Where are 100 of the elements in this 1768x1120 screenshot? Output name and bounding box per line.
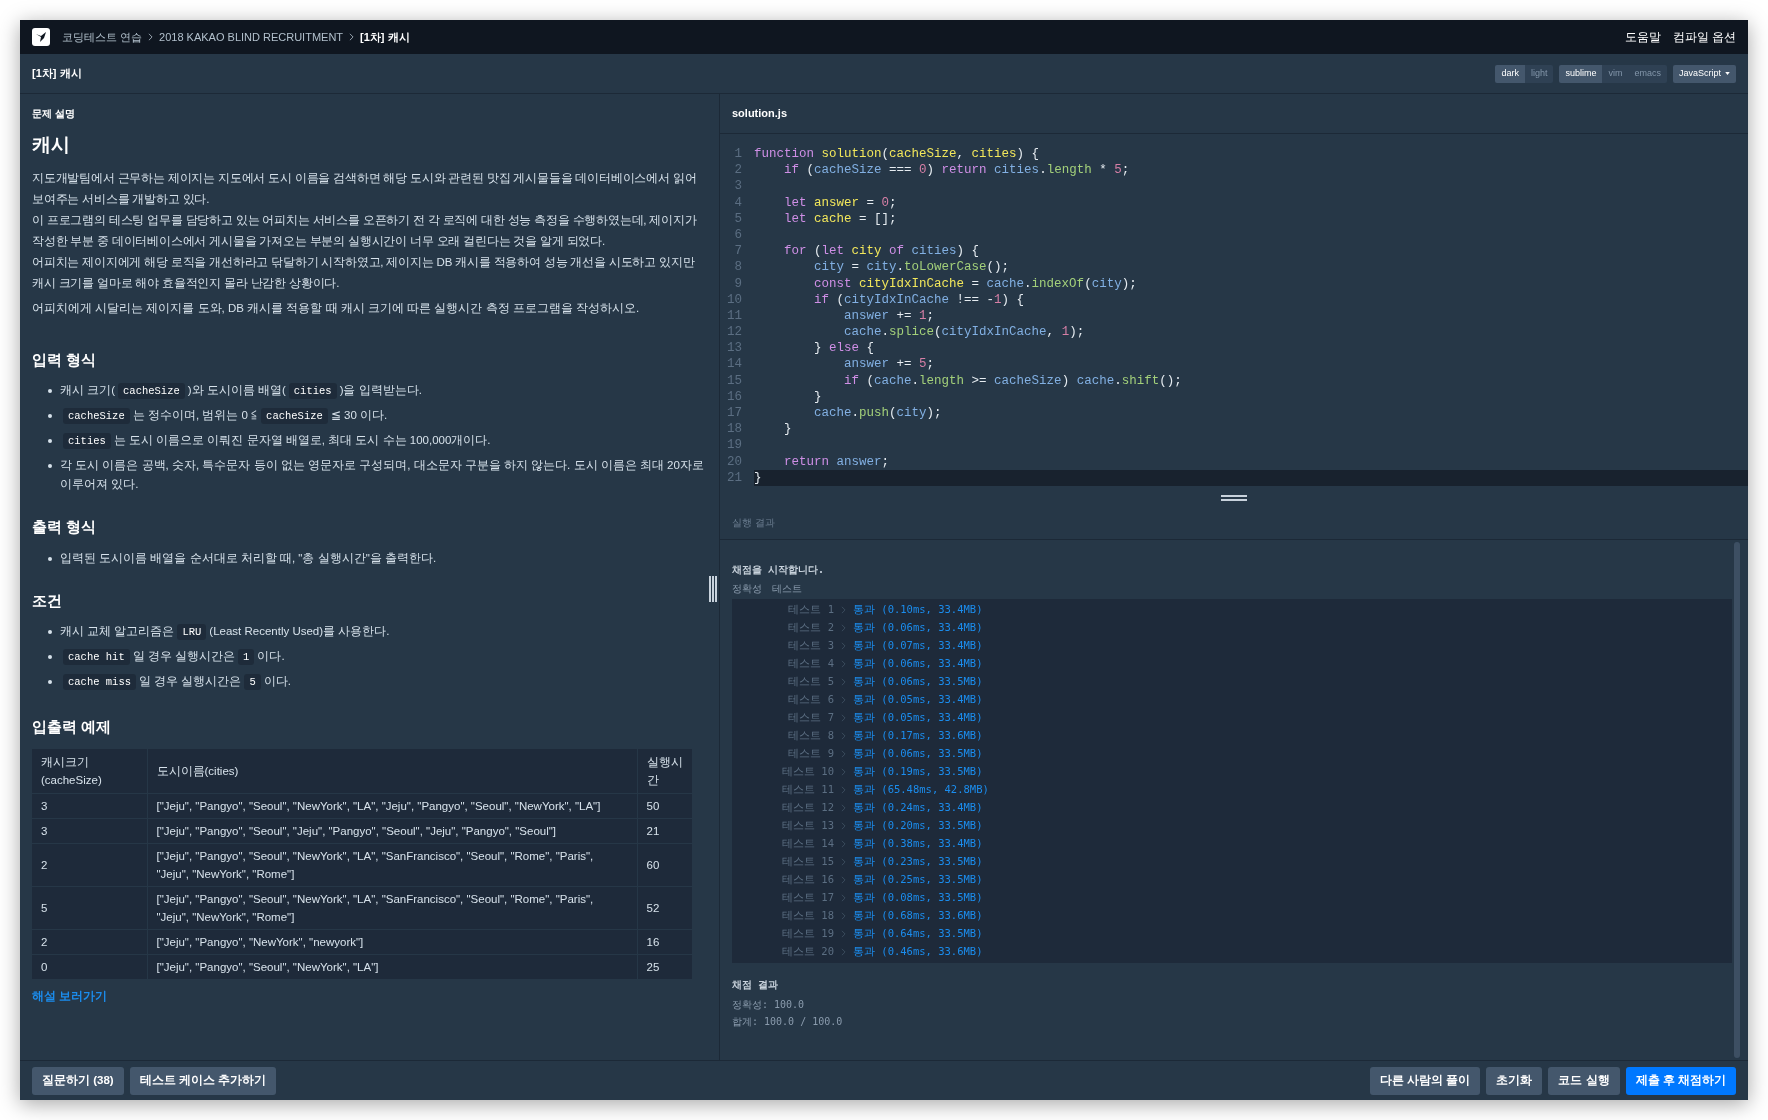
code-line: cache.push(city); xyxy=(813,405,943,422)
test-result: 통과 (0.10ms, 33.4MB) xyxy=(853,602,983,618)
test-result: 통과 (0.17ms, 33.6MB) xyxy=(853,728,983,744)
table-cell: 52 xyxy=(637,886,692,929)
bullet-icon xyxy=(48,414,52,418)
line-number: 3 xyxy=(733,178,743,195)
bullet-icon xyxy=(48,680,52,684)
summary-line: 정확성: 100.0 xyxy=(732,998,806,1012)
chevron-icon xyxy=(841,606,846,614)
chevron-icon xyxy=(841,678,846,686)
chevron-icon xyxy=(841,912,846,920)
chevron-icon xyxy=(349,33,355,41)
code-line: cache.splice(cityIdxInCache, 1); xyxy=(843,324,1086,341)
action-button[interactable]: 제출 후 채점하기 xyxy=(1625,1066,1736,1095)
line-number: 14 xyxy=(726,356,743,373)
toggle-option[interactable]: light xyxy=(1524,64,1554,83)
test-label: 테스트 3 xyxy=(787,638,834,654)
caret-icon xyxy=(1725,72,1730,75)
table-cell: 25 xyxy=(637,954,692,979)
list-item: 각 도시 이름은 공백, 숫자, 특수문자 등이 없는 영문자로 구성되며, 대소문자 구분을 하지 않는다. 도시 이름은 최대 20자로 이루어져 있다. xyxy=(60,458,705,492)
chevron-icon xyxy=(841,714,846,722)
logo-icon[interactable] xyxy=(32,28,50,46)
top-link[interactable]: 도움말 xyxy=(1624,28,1661,46)
language-dropdown[interactable]: JavaScript xyxy=(1672,64,1736,83)
breadcrumb-link[interactable]: 코딩테스트 연습 xyxy=(62,28,143,46)
table-cell: 5 xyxy=(32,886,147,929)
chevron-icon xyxy=(841,894,846,902)
code-line: } xyxy=(783,421,793,438)
list-item: cache hit 일 경우 실행시간은 1 이다. xyxy=(60,647,285,667)
test-label: 테스트 1 xyxy=(787,602,834,618)
test-result: 통과 (0.25ms, 33.5MB) xyxy=(853,872,983,888)
chevron-icon xyxy=(148,33,154,41)
table-cell: ["Jeju", "Pangyo", "Seoul", "NewYork", "LA", "SanFrancisco", "Seoul", "Rome", "Paris", "Jeju", "NewYork", "Rome"] xyxy=(147,886,637,929)
explanation-link[interactable]: 해설 보러가기 xyxy=(32,987,707,1005)
line-number: 4 xyxy=(733,194,743,211)
table-cell: 50 xyxy=(637,793,692,818)
action-button[interactable]: 초기화 xyxy=(1486,1066,1543,1095)
chevron-icon xyxy=(841,660,846,668)
toggle-option[interactable]: emacs xyxy=(1628,64,1667,83)
section-heading: 조건 xyxy=(32,590,63,611)
breadcrumb-link[interactable]: [1차] 캐시 xyxy=(360,28,410,46)
line-number: 1 xyxy=(733,146,743,163)
table-cell: 2 xyxy=(32,929,147,954)
code-line: } else { xyxy=(813,340,876,357)
section-heading: 입출력 예제 xyxy=(32,717,113,737)
code-line: let cache = []; xyxy=(783,210,898,227)
test-label: 테스트 11 xyxy=(781,782,834,798)
line-number: 7 xyxy=(733,243,743,260)
resize-handle[interactable] xyxy=(1221,495,1247,501)
test-label: 테스트 9 xyxy=(787,746,834,762)
splitter-handle[interactable] xyxy=(709,576,717,602)
table-cell: ["Jeju", "Pangyo", "Seoul", "NewYork", "LA", "SanFrancisco", "Seoul", "Rome", "Paris", "Jeju", "NewYork", "Rome"] xyxy=(147,843,637,886)
chevron-icon xyxy=(841,858,846,866)
action-button[interactable]: 코드 실행 xyxy=(1548,1066,1620,1095)
test-label: 테스트 16 xyxy=(781,872,834,888)
chevron-icon xyxy=(841,732,846,740)
toggle-option[interactable]: dark xyxy=(1495,64,1525,83)
test-label: 테스트 4 xyxy=(787,656,834,672)
chevron-icon xyxy=(841,822,846,830)
chevron-icon xyxy=(841,786,846,794)
action-button[interactable]: 테스트 케이스 추가하기 xyxy=(129,1066,277,1095)
test-label: 테스트 7 xyxy=(787,710,834,726)
section-label: 문제 설명 xyxy=(32,107,76,121)
chevron-icon xyxy=(841,750,846,758)
line-number: 10 xyxy=(726,291,743,308)
table-cell: 3 xyxy=(32,818,147,843)
test-label: 테스트 12 xyxy=(781,800,834,816)
list-item: 캐시 교체 알고리즘은 LRU (Least Recently Used)를 사용한다. xyxy=(60,623,390,642)
scrollbar[interactable] xyxy=(1734,542,1740,1058)
top-link[interactable]: 컴파일 옵션 xyxy=(1672,28,1736,46)
file-name[interactable]: solution.js xyxy=(732,105,787,122)
test-label: 테스트 10 xyxy=(781,764,834,780)
line-number: 20 xyxy=(726,453,743,470)
test-result: 통과 (0.38ms, 33.4MB) xyxy=(853,836,983,852)
bullet-icon xyxy=(48,389,52,393)
breadcrumb-link[interactable]: 2018 KAKAO BLIND RECRUITMENT xyxy=(159,28,344,46)
action-button[interactable]: 질문하기 (38) xyxy=(32,1066,124,1095)
test-result: 통과 (65.48ms, 42.8MB) xyxy=(853,782,989,798)
table-cell: 16 xyxy=(637,929,692,954)
list-item: 입력된 도시이름 배열을 순서대로 처리할 때, "총 실행시간"을 출력한다. xyxy=(60,550,437,566)
toggle-option[interactable]: sublime xyxy=(1559,64,1603,83)
list-item: cities 는 도시 이름으로 이뤄진 문자열 배열로, 최대 도시 수는 100,000개이다. xyxy=(60,431,491,451)
paragraph: 이 프로그램의 테스팅 업무를 담당하고 있는 어피치는 서비스를 오픈하기 전 각 로직에 대한 성능 측정을 수행하였는데, 제이지가 작성한 부분 중 데이터베이스에서 게시물을 가져오는 부분의 실행시간이 너무 오래 걸린다는 것을 알게 되었다. xyxy=(32,212,698,249)
test-result: 통과 (0.06ms, 33.4MB) xyxy=(853,620,983,636)
section-heading: 입력 형식 xyxy=(32,349,98,370)
paragraph: 어피치는 제이지에게 해당 로직을 개선하라고 닦달하기 시작하였고, 제이지는 DB 캐시를 적용하여 성능 개선을 시도하고 있지만 캐시 크기를 얼마로 해야 효율적인지 몰라 난감한 상황이다. xyxy=(32,254,696,291)
code-line: if (cityIdxInCache !== -1) { xyxy=(813,291,1026,308)
test-label: 테스트 18 xyxy=(781,908,834,924)
table-cell: 0 xyxy=(32,954,147,979)
table-cell: 21 xyxy=(637,818,692,843)
status-message: 채점을 시작합니다. xyxy=(732,563,826,577)
action-button[interactable]: 다른 사람의 풀이 xyxy=(1370,1066,1481,1095)
code-line: let answer = 0; xyxy=(783,194,898,211)
toggle-option[interactable]: vim xyxy=(1602,64,1629,83)
list-item: cacheSize 는 정수이며, 범위는 0 ≦ cacheSize ≦ 30 이다. xyxy=(60,406,388,426)
column-header: 실행시간 xyxy=(637,748,692,793)
code-line: function solution(cacheSize, cities) { xyxy=(754,146,1041,163)
test-result: 통과 (0.64ms, 33.5MB) xyxy=(853,926,983,942)
line-number: 15 xyxy=(726,372,743,389)
line-number: 11 xyxy=(726,307,743,325)
